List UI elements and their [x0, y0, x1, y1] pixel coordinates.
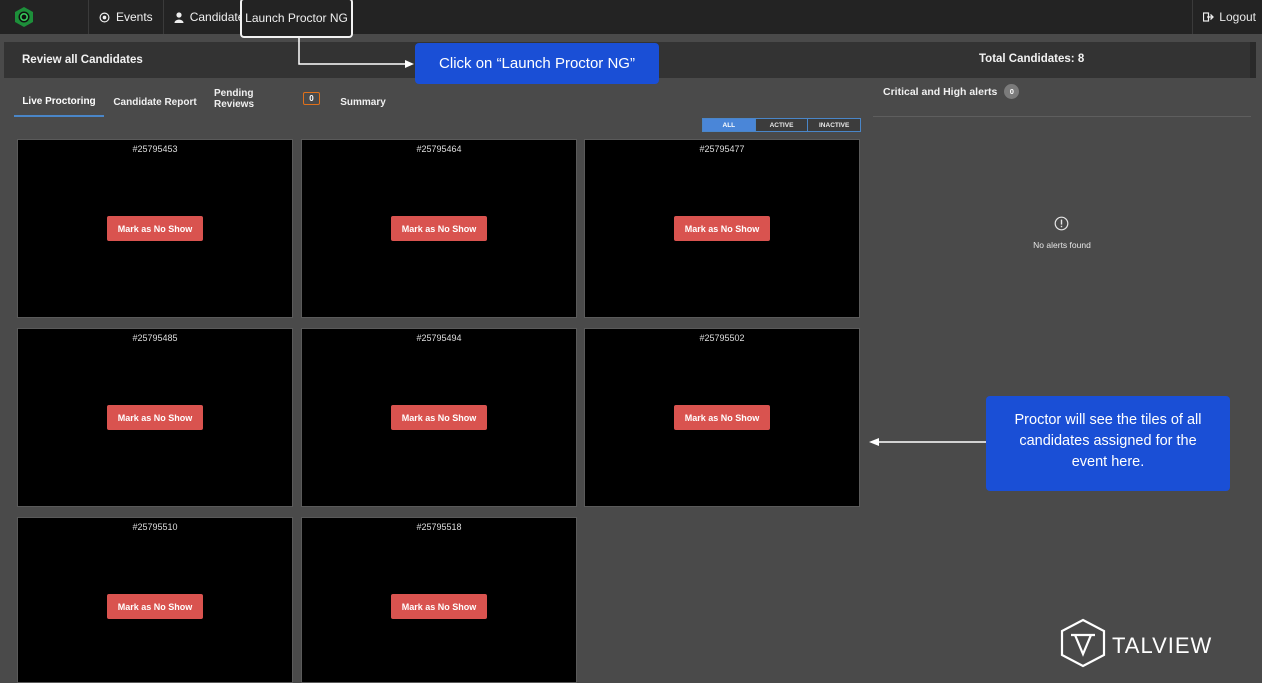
tab-label: Pending Reviews: [214, 87, 255, 110]
talview-logo-icon: [1060, 618, 1106, 673]
mark-no-show-button[interactable]: Mark as No Show: [107, 216, 203, 241]
tiles-callout: Proctor will see the tiles of all candid…: [986, 396, 1230, 491]
mark-no-show-button[interactable]: Mark as No Show: [391, 594, 487, 619]
candidate-tile[interactable]: #25795518 Mark as No Show: [301, 517, 577, 683]
logout-button[interactable]: Logout: [1192, 0, 1262, 34]
alerts-count-badge: 0: [1004, 84, 1020, 99]
top-nav-bar: Events Candidates Launch Proctor NG Logo…: [0, 0, 1262, 38]
candidate-tile[interactable]: #25795510 Mark as No Show: [17, 517, 293, 683]
candidate-tile[interactable]: #25795464 Mark as No Show: [301, 139, 577, 318]
info-icon: [1054, 216, 1069, 236]
no-alerts-message: No alerts found: [1033, 240, 1091, 250]
tab-label: Live Proctoring: [22, 96, 96, 107]
nav-events[interactable]: Events: [88, 0, 163, 34]
filter-all[interactable]: ALL: [703, 119, 755, 131]
candidate-id: #25795502: [699, 333, 745, 343]
talview-brand: TALVIEW: [1060, 618, 1212, 673]
candidate-id: #25795477: [699, 144, 745, 154]
tab-label: Candidate Report: [113, 97, 197, 108]
user-icon: [174, 11, 184, 23]
tiles-arrow-head: [869, 438, 879, 446]
launch-callout: Click on “Launch Proctor NG”: [415, 43, 659, 84]
filter-active[interactable]: ACTIVE: [754, 119, 808, 131]
candidate-tile[interactable]: #25795477 Mark as No Show: [584, 139, 860, 318]
mark-no-show-button[interactable]: Mark as No Show: [107, 405, 203, 430]
nav-launch-proctor-ng[interactable]: Launch Proctor NG: [240, 0, 353, 38]
tab-live-proctoring[interactable]: Live Proctoring: [14, 88, 104, 117]
candidate-id: #25795453: [132, 144, 178, 154]
alerts-title-label: Critical and High alerts: [883, 85, 998, 98]
mark-no-show-button[interactable]: Mark as No Show: [674, 405, 770, 430]
app-logo[interactable]: [0, 0, 48, 34]
total-candidates: Total Candidates: 8: [979, 53, 1085, 65]
candidate-id: #25795510: [132, 522, 178, 532]
logout-icon: [1203, 12, 1215, 22]
logout-label: Logout: [1219, 10, 1256, 24]
nav-launch-label: Launch Proctor NG: [245, 11, 348, 25]
nav-events-label: Events: [116, 10, 153, 24]
candidate-tile[interactable]: #25795453 Mark as No Show: [17, 139, 293, 318]
candidate-id: #25795464: [416, 144, 462, 154]
mark-no-show-button[interactable]: Mark as No Show: [391, 216, 487, 241]
mark-no-show-button[interactable]: Mark as No Show: [674, 216, 770, 241]
tab-summary[interactable]: Summary: [332, 88, 394, 117]
alerts-divider: [873, 116, 1251, 117]
brand-name: TALVIEW: [1112, 632, 1213, 658]
page-title: Review all Candidates: [22, 54, 143, 66]
candidate-tile[interactable]: #25795494 Mark as No Show: [301, 328, 577, 507]
candidate-id: #25795494: [416, 333, 462, 343]
tab-bar: Live Proctoring Candidate Report Pending…: [14, 88, 860, 118]
filter-inactive[interactable]: INACTIVE: [807, 119, 861, 131]
mark-no-show-button[interactable]: Mark as No Show: [107, 594, 203, 619]
alerts-title: Critical and High alerts 0: [883, 84, 1020, 99]
candidate-tile[interactable]: #25795485 Mark as No Show: [17, 328, 293, 507]
mark-no-show-button[interactable]: Mark as No Show: [391, 405, 487, 430]
tab-pending-reviews[interactable]: Pending Reviews 0: [214, 84, 320, 113]
pending-count-badge: 0: [303, 92, 320, 105]
target-icon: [99, 12, 110, 23]
tab-candidate-report[interactable]: Candidate Report: [110, 88, 200, 117]
tab-label: Summary: [340, 97, 386, 108]
status-filter: ALL ACTIVE INACTIVE: [702, 118, 861, 132]
candidate-id: #25795518: [416, 522, 462, 532]
candidate-tile[interactable]: #25795502 Mark as No Show: [584, 328, 860, 507]
candidate-id: #25795485: [132, 333, 178, 343]
